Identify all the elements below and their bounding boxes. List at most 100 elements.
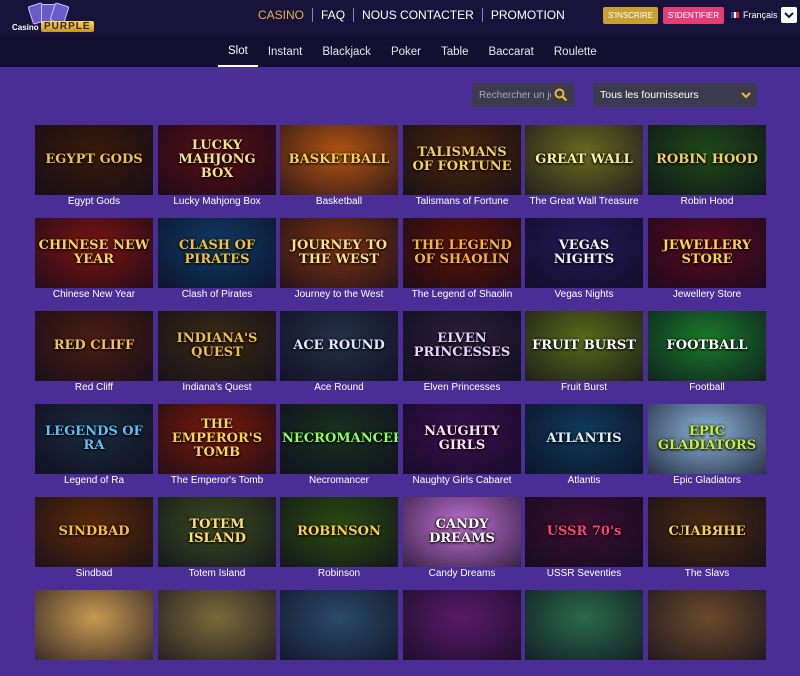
tab-poker[interactable]: Poker <box>381 37 431 67</box>
game-tile[interactable]: ACE ROUND Ace Round <box>280 311 398 397</box>
casino-logo[interactable]: Casino PURPLE <box>4 2 94 36</box>
game-tile[interactable]: ELVEN PRINCESSES Elven Princesses <box>403 311 521 397</box>
game-name[interactable]: The Legend of Shaolin <box>393 289 531 300</box>
game-thumbnail[interactable]: RED CLIFF <box>35 311 153 381</box>
game-tile[interactable]: CLASH OF PIRATES Clash of Pirates <box>158 218 276 304</box>
game-tile[interactable]: EGYPT GODS Egypt Gods <box>35 125 153 211</box>
game-tile[interactable]: LUCKY MAHJONG BOX Lucky Mahjong Box <box>158 125 276 211</box>
game-thumbnail[interactable]: EGYPT GODS <box>35 125 153 195</box>
search-icon[interactable] <box>554 88 568 102</box>
game-tile[interactable] <box>525 590 643 676</box>
game-name[interactable]: Indiana's Quest <box>148 382 286 393</box>
game-name[interactable]: Ace Round <box>270 382 408 393</box>
game-thumbnail[interactable]: NECROMANCER <box>280 404 398 474</box>
game-tile[interactable]: FRUIT BURST Fruit Burst <box>525 311 643 397</box>
game-name[interactable]: Journey to the West <box>270 289 408 300</box>
game-tile[interactable]: JOURNEY TO THE WEST Journey to the West <box>280 218 398 304</box>
nav-casino[interactable]: CASINO <box>250 8 312 22</box>
game-thumbnail[interactable]: ELVEN PRINCESSES <box>403 311 521 381</box>
game-name[interactable]: USSR Seventies <box>515 568 653 579</box>
game-name[interactable]: Totem Island <box>148 568 286 579</box>
game-tile[interactable] <box>35 590 153 676</box>
game-thumbnail[interactable]: INDIANA'S QUEST <box>158 311 276 381</box>
game-thumbnail[interactable]: FRUIT BURST <box>525 311 643 381</box>
nav-faq[interactable]: FAQ <box>313 8 353 22</box>
game-name[interactable]: Atlantis <box>515 475 653 486</box>
login-button[interactable]: S'IDENTIFIER <box>663 7 724 24</box>
game-tile[interactable]: LEGENDS OF RA Legend of Ra <box>35 404 153 490</box>
game-tile[interactable]: BASKETBALL Basketball <box>280 125 398 211</box>
language-selector[interactable]: Français <box>731 8 778 22</box>
nav-contact[interactable]: NOUS CONTACTER <box>354 8 482 22</box>
game-tile[interactable]: FOOTBALL Football <box>648 311 766 397</box>
game-name[interactable]: Legend of Ra <box>25 475 163 486</box>
game-thumbnail[interactable]: LEGENDS OF RA <box>35 404 153 474</box>
game-tile[interactable] <box>280 590 398 676</box>
tab-instant[interactable]: Instant <box>258 37 313 67</box>
game-tile[interactable]: ROBINSON Robinson <box>280 497 398 583</box>
game-thumbnail[interactable]: ROBIN HOOD <box>648 125 766 195</box>
game-name[interactable]: Chinese New Year <box>25 289 163 300</box>
game-tile[interactable]: TALISMANS OF FORTUNE Talismans of Fortune <box>403 125 521 211</box>
game-name[interactable]: Elven Princesses <box>393 382 531 393</box>
game-name[interactable]: Fruit Burst <box>515 382 653 393</box>
game-name[interactable]: Talismans of Fortune <box>393 196 531 207</box>
tab-baccarat[interactable]: Baccarat <box>478 37 543 67</box>
game-tile[interactable]: GREAT WALL The Great Wall Treasure <box>525 125 643 211</box>
game-thumbnail[interactable]: VEGAS NIGHTS <box>525 218 643 288</box>
game-tile[interactable]: EPIC GLADIATORS Epic Gladiators <box>648 404 766 490</box>
game-thumbnail[interactable]: ROBINSON <box>280 497 398 567</box>
game-name[interactable]: Sindbad <box>25 568 163 579</box>
game-tile[interactable]: INDIANA'S QUEST Indiana's Quest <box>158 311 276 397</box>
game-thumbnail[interactable]: LUCKY MAHJONG BOX <box>158 125 276 195</box>
game-thumbnail[interactable]: THE EMPEROR'S TOMB <box>158 404 276 474</box>
game-name[interactable]: The Slavs <box>638 568 776 579</box>
game-tile[interactable]: JEWELLERY STORE Jewellery Store <box>648 218 766 304</box>
game-thumbnail[interactable]: SINDBAD <box>35 497 153 567</box>
game-name[interactable]: Epic Gladiators <box>638 475 776 486</box>
game-tile[interactable] <box>648 590 766 676</box>
game-tile[interactable]: THE EMPEROR'S TOMB The Emperor's Tomb <box>158 404 276 490</box>
game-thumbnail[interactable] <box>158 590 276 660</box>
game-thumbnail[interactable]: BASKETBALL <box>280 125 398 195</box>
game-name[interactable]: Robin Hood <box>638 196 776 207</box>
provider-select[interactable]: Tous les fournisseurs <box>593 83 757 107</box>
game-thumbnail[interactable]: USSR 70's <box>525 497 643 567</box>
game-thumbnail[interactable]: NAUGHTY GIRLS <box>403 404 521 474</box>
game-tile[interactable]: TOTEM ISLAND Totem Island <box>158 497 276 583</box>
game-tile[interactable]: NAUGHTY GIRLS Naughty Girls Cabaret <box>403 404 521 490</box>
game-name[interactable]: The Emperor's Tomb <box>148 475 286 486</box>
game-name[interactable]: Clash of Pirates <box>148 289 286 300</box>
game-thumbnail[interactable]: СЛАВЯНЕ <box>648 497 766 567</box>
search-input[interactable] <box>479 85 551 105</box>
game-name[interactable]: Red Cliff <box>25 382 163 393</box>
game-tile[interactable]: SINDBAD Sindbad <box>35 497 153 583</box>
game-tile[interactable]: USSR 70's USSR Seventies <box>525 497 643 583</box>
game-tile[interactable]: CANDY DREAMS Candy Dreams <box>403 497 521 583</box>
game-tile[interactable]: NECROMANCER Necromancer <box>280 404 398 490</box>
game-name[interactable]: The Great Wall Treasure <box>515 196 653 207</box>
game-tile[interactable]: CHINESE NEW YEAR Chinese New Year <box>35 218 153 304</box>
game-thumbnail[interactable]: TALISMANS OF FORTUNE <box>403 125 521 195</box>
game-name[interactable]: Vegas Nights <box>515 289 653 300</box>
game-tile[interactable]: ROBIN HOOD Robin Hood <box>648 125 766 211</box>
game-name[interactable]: Jewellery Store <box>638 289 776 300</box>
game-thumbnail[interactable]: JEWELLERY STORE <box>648 218 766 288</box>
game-thumbnail[interactable]: EPIC GLADIATORS <box>648 404 766 474</box>
game-tile[interactable]: RED CLIFF Red Cliff <box>35 311 153 397</box>
game-tile[interactable]: VEGAS NIGHTS Vegas Nights <box>525 218 643 304</box>
game-name[interactable]: Candy Dreams <box>393 568 531 579</box>
game-thumbnail[interactable]: TOTEM ISLAND <box>158 497 276 567</box>
game-thumbnail[interactable]: JOURNEY TO THE WEST <box>280 218 398 288</box>
register-button[interactable]: S'INSCRIRE <box>603 7 658 24</box>
game-name[interactable]: Naughty Girls Cabaret <box>393 475 531 486</box>
game-name[interactable]: Necromancer <box>270 475 408 486</box>
game-thumbnail[interactable]: CLASH OF PIRATES <box>158 218 276 288</box>
game-name[interactable]: Egypt Gods <box>25 196 163 207</box>
game-thumbnail[interactable]: FOOTBALL <box>648 311 766 381</box>
game-thumbnail[interactable] <box>35 590 153 660</box>
language-dropdown-button[interactable] <box>781 7 797 23</box>
game-thumbnail[interactable]: THE LEGEND OF SHAOLIN <box>403 218 521 288</box>
game-name[interactable]: Lucky Mahjong Box <box>148 196 286 207</box>
game-thumbnail[interactable]: GREAT WALL <box>525 125 643 195</box>
